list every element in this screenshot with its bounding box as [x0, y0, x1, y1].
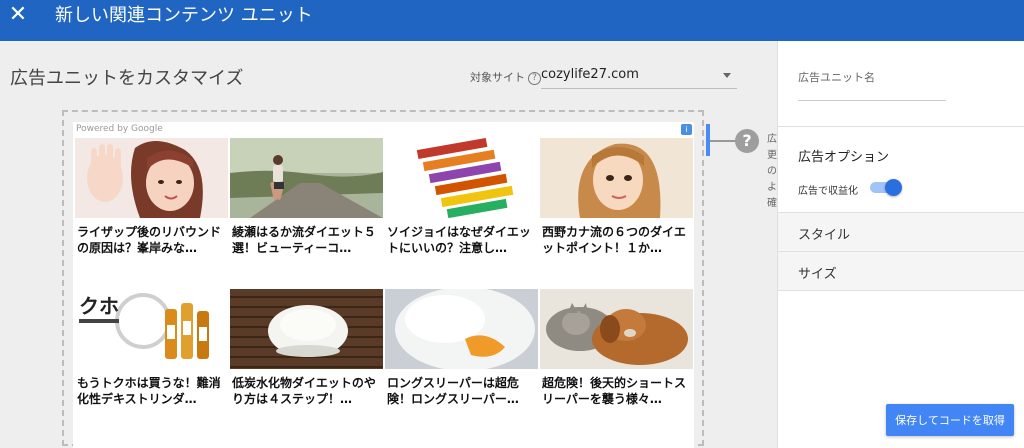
ad-card-title: 西野カナ流の６つのダイエットポイント！１か… — [542, 225, 686, 255]
ad-card[interactable]: ロングスリーパーは超危険！ロングスリーパー… — [385, 289, 538, 407]
style-section[interactable]: スタイル — [778, 212, 1024, 251]
callout-line — [710, 140, 736, 142]
ad-card-title: 綾瀬はるか流ダイエット５選！ビューティーコ… — [232, 225, 376, 255]
ad-preview: Powered by Google i ライザップ後のリバウンドの原因は？峯岸み… — [73, 122, 694, 448]
dialog-title: 新しい関連コンテンツ ユニット — [55, 5, 313, 26]
ad-card-title: 超危険！後天的ショートスリーパーを襲う様々… — [542, 376, 687, 406]
ad-card-title: ロングスリーパーは超危険！ロングスリーパー… — [387, 376, 519, 406]
ad-card[interactable]: クホ もうトクホは買うな！難消化性デキストリンダ… — [75, 289, 228, 407]
powered-by-google: Powered by Google — [76, 124, 163, 134]
ad-card[interactable]: ライザップ後のリバウンドの原因は？峯岸みな… — [75, 138, 228, 256]
svg-text:クホ: クホ — [79, 294, 119, 318]
sleeping-pets-image — [540, 289, 693, 369]
monetize-label: 広告で収益化 — [798, 186, 858, 197]
snack-bars-image — [385, 138, 538, 218]
help-icon[interactable]: ? — [528, 71, 541, 85]
ad-card[interactable]: 綾瀬はるか流ダイエット５選！ビューティーコ… — [230, 138, 383, 256]
woman-portrait-image — [540, 138, 693, 218]
ad-card-title: 低炭水化物ダイエットのやり方は４ステップ！… — [232, 376, 376, 406]
close-icon[interactable]: ✕ — [8, 4, 28, 26]
ad-options-title: 広告オプション — [798, 150, 890, 165]
ad-card-title: ソイジョイはなぜダイエットにいいの？注意し… — [387, 225, 531, 255]
chevron-down-icon — [723, 73, 731, 78]
ad-card[interactable]: 西野カナ流の６つのダイエットポイント！１か… — [540, 138, 693, 256]
sleeping-duck-image — [385, 289, 538, 369]
runner-image — [230, 138, 383, 218]
page-title: 広告ユニットをカスタマイズ — [10, 68, 244, 89]
tokuho-drinks-image: クホ — [75, 289, 228, 369]
monetize-toggle[interactable] — [870, 179, 902, 196]
ad-card[interactable]: 超危険！後天的ショートスリーパーを襲う様々… — [540, 289, 693, 407]
save-get-code-button[interactable]: 保存してコードを取得 — [886, 404, 1014, 436]
woman-waving-image — [75, 138, 228, 218]
site-select[interactable]: cozylife27.com — [541, 64, 737, 89]
rice-bowl-image — [230, 289, 383, 369]
help-question-icon[interactable]: ? — [735, 129, 759, 153]
site-label: 対象サイト? — [470, 69, 541, 85]
ad-card[interactable]: ソイジョイはなぜダイエットにいいの？注意し… — [385, 138, 538, 256]
site-select-value: cozylife27.com — [541, 67, 639, 82]
top-app-bar: ✕ 新しい関連コンテンツ ユニット — [0, 0, 1024, 41]
settings-panel: 広告ユニット名 広告オプション 広告で収益化 スタイル サイズ — [777, 41, 1024, 448]
ad-card-title: もうトクホは買うな！難消化性デキストリンダ… — [77, 376, 221, 406]
divider — [778, 126, 1024, 127]
size-section-label: サイズ — [798, 267, 837, 282]
site-label-text: 対象サイト — [470, 71, 525, 84]
ad-card[interactable]: 低炭水化物ダイエットのやり方は４ステップ！… — [230, 289, 383, 407]
unit-name-label: 広告ユニット名 — [798, 71, 875, 84]
help-text: 広更のよ確 — [767, 134, 777, 209]
ad-card-title: ライザップ後のリバウンドの原因は？峯岸みな… — [77, 225, 222, 255]
style-section-label: スタイル — [798, 228, 851, 243]
toggle-knob — [885, 179, 902, 196]
unit-name-input[interactable] — [798, 86, 946, 101]
adchoices-icon[interactable]: i — [681, 124, 692, 135]
size-section[interactable]: サイズ — [778, 251, 1024, 291]
